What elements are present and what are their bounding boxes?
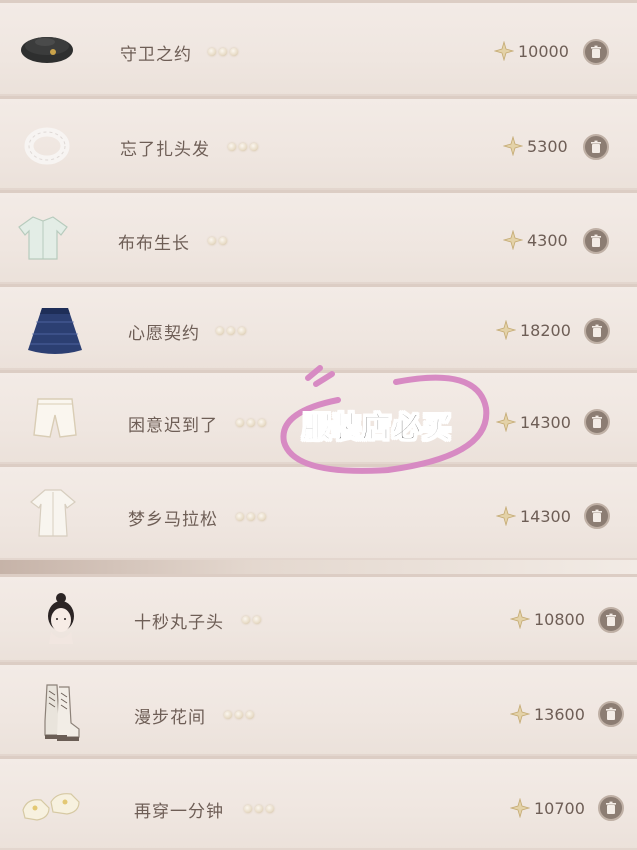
price-value: 14300 — [520, 506, 571, 526]
item-name: 漫步花间 — [134, 708, 206, 728]
shorts-icon — [22, 385, 88, 451]
item-name: 布布生长 — [118, 234, 190, 254]
item-price: 10700 — [510, 798, 585, 818]
item-price: 18200 — [496, 320, 571, 340]
trash-button[interactable] — [584, 318, 610, 344]
item-name: 守卫之约 — [120, 45, 192, 65]
trash-icon — [606, 613, 616, 626]
price-value: 5300 — [527, 136, 568, 156]
item-price: 4300 — [503, 230, 568, 250]
hair-scrunchie-icon — [14, 113, 80, 179]
list-item[interactable]: 十秒丸子头 10800 — [0, 574, 637, 662]
item-price: 10800 — [510, 609, 585, 629]
star-rating — [224, 711, 254, 719]
item-name: 困意迟到了 — [128, 416, 218, 436]
lace-boots-icon — [26, 679, 92, 745]
blue-skirt-icon — [22, 297, 88, 363]
currency-star-icon — [503, 136, 523, 156]
trash-icon — [606, 801, 616, 814]
bun-hairstyle-icon — [28, 585, 94, 651]
trash-icon — [592, 415, 602, 428]
item-price: 14300 — [496, 506, 571, 526]
price-value: 18200 — [520, 320, 571, 340]
trash-icon — [591, 45, 601, 58]
trash-button[interactable] — [583, 39, 609, 65]
currency-star-icon — [496, 412, 516, 432]
white-outfit-icon — [20, 481, 86, 547]
trash-icon — [606, 707, 616, 720]
trash-icon — [591, 234, 601, 247]
overlay-caption: 服装店必买 — [301, 410, 453, 445]
trash-button[interactable] — [583, 228, 609, 254]
list-item[interactable]: 布布生长 4300 — [0, 190, 637, 284]
trash-button[interactable] — [598, 607, 624, 633]
star-rating — [216, 327, 246, 335]
item-name: 忘了扎头发 — [120, 140, 210, 160]
trash-icon — [592, 509, 602, 522]
list-item[interactable]: 再穿一分钟 10700 — [0, 756, 637, 850]
beret-hat-icon — [14, 15, 80, 81]
item-name: 心愿契约 — [128, 324, 200, 344]
trash-icon — [592, 324, 602, 337]
trash-button[interactable] — [598, 701, 624, 727]
list-item[interactable]: 忘了扎头发 5300 — [0, 96, 637, 190]
list-item[interactable]: 心愿契约 18200 — [0, 284, 637, 370]
list-item[interactable]: 漫步花间 13600 — [0, 662, 637, 756]
price-value: 14300 — [520, 412, 571, 432]
item-name: 再穿一分钟 — [134, 802, 224, 822]
star-rating — [228, 143, 258, 151]
star-rating — [236, 419, 266, 427]
trash-button[interactable] — [583, 134, 609, 160]
list-item[interactable]: 守卫之约 10000 — [0, 0, 637, 96]
star-rating — [208, 237, 227, 245]
trash-icon — [591, 140, 601, 153]
currency-star-icon — [510, 798, 530, 818]
item-name: 十秒丸子头 — [134, 613, 224, 633]
item-name: 梦乡马拉松 — [128, 510, 218, 530]
item-price: 5300 — [503, 136, 568, 156]
trash-button[interactable] — [598, 795, 624, 821]
currency-star-icon — [496, 320, 516, 340]
price-value: 13600 — [534, 704, 585, 724]
item-price: 14300 — [496, 412, 571, 432]
star-rating — [208, 48, 238, 56]
item-price: 13600 — [510, 704, 585, 724]
currency-star-icon — [496, 506, 516, 526]
star-rating — [236, 513, 266, 521]
currency-star-icon — [494, 41, 514, 61]
shoes-icon — [18, 773, 84, 839]
currency-star-icon — [510, 609, 530, 629]
section-divider — [0, 560, 637, 574]
price-value: 10800 — [534, 609, 585, 629]
currency-star-icon — [510, 704, 530, 724]
trash-button[interactable] — [584, 503, 610, 529]
green-jacket-icon — [10, 205, 76, 271]
price-value: 10000 — [518, 41, 569, 61]
trash-button[interactable] — [584, 409, 610, 435]
item-price: 10000 — [494, 41, 569, 61]
price-value: 10700 — [534, 798, 585, 818]
price-value: 4300 — [527, 230, 568, 250]
star-rating — [244, 805, 274, 813]
currency-star-icon — [503, 230, 523, 250]
star-rating — [242, 616, 261, 624]
